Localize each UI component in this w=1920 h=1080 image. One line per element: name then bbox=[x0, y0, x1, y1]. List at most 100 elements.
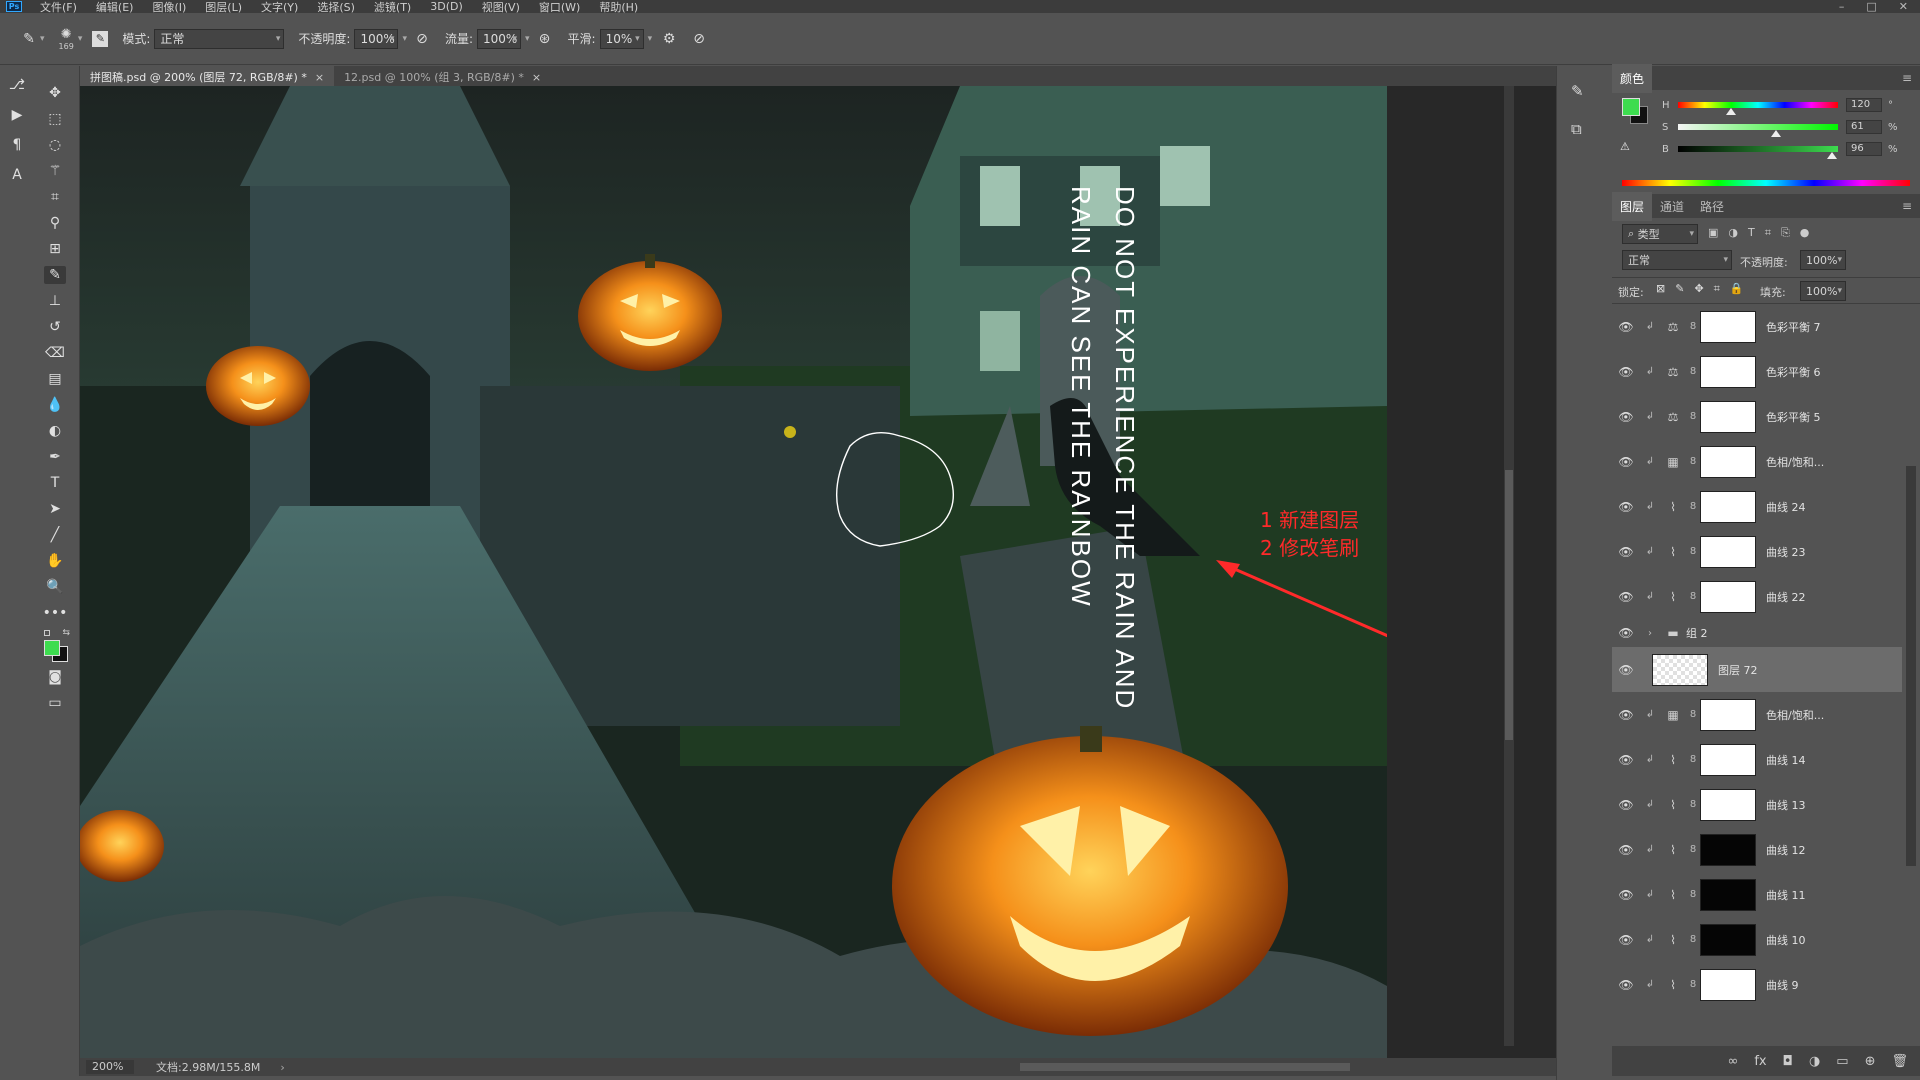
dodge-tool-icon[interactable]: ◐ bbox=[44, 422, 66, 440]
blend-mode-select[interactable]: 正常 bbox=[1622, 250, 1732, 270]
hue-adjustment-icon[interactable]: ▦ bbox=[1660, 455, 1686, 469]
flow-slider-dropdown-icon[interactable]: ▾ bbox=[525, 34, 530, 44]
brush-tool-icon[interactable]: ✎ bbox=[20, 30, 38, 48]
hue-track[interactable] bbox=[1678, 102, 1838, 115]
new-group-folder-icon[interactable]: ▭ bbox=[1836, 1054, 1848, 1069]
saturation-slider[interactable]: S 61 % bbox=[1662, 120, 1902, 137]
layer-mask-thumbnail[interactable] bbox=[1700, 698, 1756, 731]
foreground-color-chip[interactable] bbox=[1622, 98, 1640, 116]
panel-menu-icon[interactable]: ≡ bbox=[1902, 199, 1912, 213]
menu-edit[interactable]: 编辑(E) bbox=[96, 0, 134, 14]
layers-scrollbar[interactable] bbox=[1906, 466, 1916, 866]
mask-link-chain-icon[interactable]: 8 bbox=[1686, 546, 1700, 557]
tab-paths[interactable]: 路径 bbox=[1692, 192, 1732, 221]
curve-adjustment-icon[interactable]: ⌇ bbox=[1660, 500, 1686, 514]
mask-link-chain-icon[interactable]: 8 bbox=[1686, 844, 1700, 855]
close-tab-icon[interactable]: × bbox=[315, 71, 324, 84]
canvas-area[interactable]: DO NOT EXPERIENCE THE RAIN AND RAIN CAN … bbox=[80, 86, 1556, 1060]
brush-picker-dropdown-icon[interactable]: ▾ bbox=[78, 34, 83, 44]
pen-tool-icon[interactable]: ✒ bbox=[44, 448, 66, 466]
balance-adjustment-icon[interactable]: ⚖ bbox=[1660, 320, 1686, 334]
layer-name[interactable]: 曲线 11 bbox=[1766, 887, 1806, 903]
more-tools-icon[interactable]: ••• bbox=[43, 604, 68, 622]
layer-name[interactable]: 图层 72 bbox=[1718, 662, 1758, 678]
lasso-tool-icon[interactable]: ◌ bbox=[44, 136, 66, 154]
visibility-eye-icon[interactable]: 👁 bbox=[1612, 843, 1640, 857]
tab-channels[interactable]: 通道 bbox=[1652, 192, 1692, 221]
visibility-eye-icon[interactable]: 👁 bbox=[1612, 888, 1640, 902]
mask-link-chain-icon[interactable]: 8 bbox=[1686, 934, 1700, 945]
layer-name[interactable]: 色彩平衡 6 bbox=[1766, 364, 1821, 380]
mask-link-chain-icon[interactable]: 8 bbox=[1686, 591, 1700, 602]
status-menu-arrow-icon[interactable]: › bbox=[280, 1061, 284, 1074]
mode-select[interactable]: 正常 bbox=[154, 28, 285, 49]
hue-slider[interactable]: H 120 ° bbox=[1662, 98, 1902, 115]
layer-name[interactable]: 色相/饱和... bbox=[1766, 454, 1824, 470]
layer-name[interactable]: 曲线 12 bbox=[1766, 842, 1806, 858]
zoom-level[interactable]: 200% bbox=[86, 1060, 134, 1074]
vertical-scrollbar[interactable] bbox=[1504, 86, 1514, 1046]
flow-input[interactable]: 100% bbox=[477, 28, 522, 49]
panel-menu-icon[interactable]: ≡ bbox=[1902, 71, 1912, 85]
layer-mask-thumbnail[interactable] bbox=[1700, 743, 1756, 776]
layer-name[interactable]: 曲线 9 bbox=[1766, 977, 1799, 993]
layer-row[interactable]: 👁 ↲ ▦ 8 色相/饱和... bbox=[1612, 439, 1902, 484]
layer-row[interactable]: 👁 ↲ ⌇ 8 曲线 22 bbox=[1612, 574, 1902, 619]
saturation-knob[interactable] bbox=[1770, 130, 1781, 137]
balance-adjustment-icon[interactable]: ⚖ bbox=[1660, 365, 1686, 379]
eraser-tool-icon[interactable]: ⌫ bbox=[44, 344, 66, 362]
line-tool-icon[interactable]: ╱ bbox=[44, 526, 66, 544]
lock-all-icon[interactable]: 🔒 bbox=[1730, 282, 1744, 296]
layer-name[interactable]: 曲线 13 bbox=[1766, 797, 1806, 813]
lock-position-icon[interactable]: ✥ bbox=[1694, 282, 1703, 296]
opacity-slider-dropdown-icon[interactable]: ▾ bbox=[402, 34, 407, 44]
patch-tool-icon[interactable]: ⊞ bbox=[44, 240, 66, 258]
layer-row[interactable]: 👁 ↲ ⌇ 8 曲线 13 bbox=[1612, 782, 1902, 827]
visibility-eye-icon[interactable]: 👁 bbox=[1612, 365, 1640, 379]
magic-wand-tool-icon[interactable]: ⚚ bbox=[44, 162, 66, 180]
layer-mask-thumbnail[interactable] bbox=[1700, 833, 1756, 866]
menu-file[interactable]: 文件(F) bbox=[40, 0, 77, 14]
scroll-thumb[interactable] bbox=[1505, 470, 1513, 740]
layer-row[interactable]: 👁 ↲ ⚖ 8 色彩平衡 5 bbox=[1612, 394, 1902, 439]
layer-style-fx-icon[interactable]: fx bbox=[1754, 1054, 1766, 1069]
layer-mask-thumbnail[interactable] bbox=[1700, 878, 1756, 911]
menu-window[interactable]: 窗口(W) bbox=[539, 0, 580, 14]
layer-filter-select[interactable]: ⌕ 类型 bbox=[1622, 224, 1698, 244]
brightness-value[interactable]: 96 bbox=[1846, 142, 1882, 156]
layer-mask-thumbnail[interactable] bbox=[1700, 580, 1756, 613]
smoothing-input[interactable]: 10% bbox=[599, 28, 644, 49]
curve-adjustment-icon[interactable]: ⌇ bbox=[1660, 798, 1686, 812]
color-ramp[interactable] bbox=[1622, 180, 1910, 186]
pressure-opacity-icon[interactable]: ⊘ bbox=[413, 30, 431, 48]
visibility-eye-icon[interactable]: 👁 bbox=[1612, 933, 1640, 947]
layer-mask-thumbnail[interactable] bbox=[1700, 445, 1756, 478]
layer-row[interactable]: 👁 ↲ ⌇ 8 曲线 23 bbox=[1612, 529, 1902, 574]
layer-row[interactable]: 👁 ↲ ⌇ 8 曲线 10 bbox=[1612, 917, 1902, 962]
brightness-knob[interactable] bbox=[1826, 152, 1837, 159]
filter-shape-icon[interactable]: ⌗ bbox=[1765, 226, 1771, 240]
horizontal-scrollbar[interactable] bbox=[1020, 1063, 1350, 1071]
menu-filter[interactable]: 滤镜(T) bbox=[374, 0, 411, 14]
saturation-track[interactable] bbox=[1678, 124, 1838, 137]
brightness-track[interactable] bbox=[1678, 146, 1838, 159]
visibility-eye-icon[interactable]: 👁 bbox=[1612, 410, 1640, 424]
layer-name[interactable]: 曲线 24 bbox=[1766, 499, 1806, 515]
curve-adjustment-icon[interactable]: ⌇ bbox=[1660, 933, 1686, 947]
mask-link-chain-icon[interactable]: 8 bbox=[1686, 799, 1700, 810]
minimize-button[interactable]: – bbox=[1839, 0, 1845, 13]
layer-row[interactable]: 👁 ↲ ⌇ 8 曲线 14 bbox=[1612, 737, 1902, 782]
mask-link-chain-icon[interactable]: 8 bbox=[1686, 709, 1700, 720]
brush-presets-icon[interactable]: ✎ bbox=[1571, 82, 1584, 100]
menu-view[interactable]: 视图(V) bbox=[482, 0, 520, 14]
hue-adjustment-icon[interactable]: ▦ bbox=[1660, 708, 1686, 722]
layer-mask-thumbnail[interactable] bbox=[1700, 788, 1756, 821]
menu-help[interactable]: 帮助(H) bbox=[599, 0, 638, 14]
visibility-eye-icon[interactable]: 👁 bbox=[1612, 978, 1640, 992]
visibility-eye-icon[interactable]: 👁 bbox=[1612, 320, 1640, 334]
filter-smart-object-icon[interactable]: ⎘ bbox=[1781, 226, 1790, 240]
tool-preset-dropdown-icon[interactable]: ▾ bbox=[40, 34, 45, 44]
layer-mask-thumbnail[interactable] bbox=[1700, 535, 1756, 568]
filter-type-icon[interactable]: T bbox=[1748, 226, 1755, 240]
layer-mask-thumbnail[interactable] bbox=[1700, 310, 1756, 343]
